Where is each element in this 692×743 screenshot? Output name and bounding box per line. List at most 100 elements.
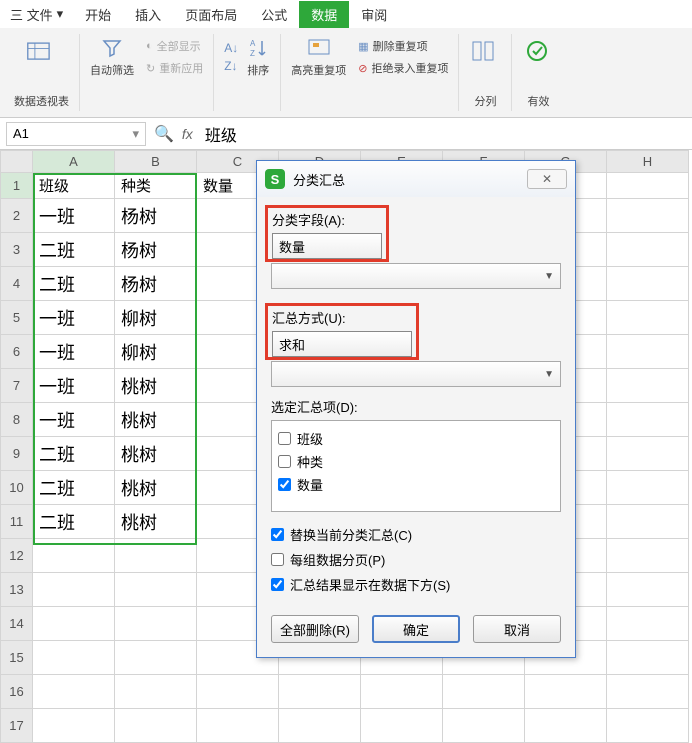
cell[interactable]: 桃树: [115, 369, 197, 403]
cell[interactable]: [607, 173, 689, 199]
dialog-buttons: 全部删除(R) 确定 取消: [257, 607, 575, 657]
tab-data[interactable]: 数据: [299, 1, 349, 28]
row-header[interactable]: 5: [1, 301, 33, 335]
col-header[interactable]: B: [115, 151, 197, 173]
text-to-col-label: 分列: [474, 93, 496, 109]
cell[interactable]: 柳树: [115, 335, 197, 369]
cell[interactable]: 一班: [33, 335, 115, 369]
row-header[interactable]: 6: [1, 335, 33, 369]
sort-icon: AZ: [246, 36, 270, 60]
col-header[interactable]: H: [607, 151, 689, 173]
cell[interactable]: 种类: [115, 173, 197, 199]
checkbox[interactable]: [278, 478, 291, 491]
cancel-button[interactable]: 取消: [473, 615, 561, 643]
row-header[interactable]: 14: [1, 607, 33, 641]
row-header[interactable]: 7: [1, 369, 33, 403]
reject-dup-icon: ⊘: [358, 62, 367, 75]
tab-review[interactable]: 审阅: [349, 1, 399, 28]
row-header[interactable]: 11: [1, 505, 33, 539]
highlight-box-field: 分类字段(A): 数量: [265, 205, 389, 262]
dialog-titlebar[interactable]: S 分类汇总 ✕: [257, 161, 575, 197]
row-header[interactable]: 4: [1, 267, 33, 301]
item-checkbox-type[interactable]: 种类: [278, 450, 554, 473]
tool-pivot[interactable]: 数据透视表: [4, 34, 80, 111]
cell[interactable]: 一班: [33, 199, 115, 233]
row-header[interactable]: 13: [1, 573, 33, 607]
file-menu[interactable]: 三 文件 ▾: [0, 1, 73, 28]
cell[interactable]: 二班: [33, 505, 115, 539]
cell[interactable]: 二班: [33, 267, 115, 301]
tab-formula[interactable]: 公式: [249, 1, 299, 28]
row-header[interactable]: 15: [1, 641, 33, 675]
tool-sort-group: A↓ Z↓ AZ 排序: [214, 34, 281, 111]
chevron-down-icon: ▾: [132, 126, 139, 142]
cell[interactable]: 二班: [33, 471, 115, 505]
tool-highlight-dup[interactable]: 高亮重复项: [291, 36, 346, 78]
row-header[interactable]: 17: [1, 709, 33, 743]
cell[interactable]: 杨树: [115, 233, 197, 267]
row-header[interactable]: 2: [1, 199, 33, 233]
tool-showall[interactable]: ◐ 全部显示: [146, 38, 203, 54]
tool-reject-dup[interactable]: ⊘ 拒绝录入重复项: [358, 60, 448, 76]
cell[interactable]: 一班: [33, 369, 115, 403]
sort-asc-icon[interactable]: A↓: [224, 41, 238, 55]
checkbox[interactable]: [271, 578, 284, 591]
formula-input[interactable]: [201, 122, 686, 146]
row-header[interactable]: 16: [1, 675, 33, 709]
checkbox[interactable]: [278, 432, 291, 445]
items-listbox[interactable]: 班级 种类 数量: [271, 420, 561, 512]
row-header[interactable]: 8: [1, 403, 33, 437]
cell[interactable]: 桃树: [115, 505, 197, 539]
cell[interactable]: 桃树: [115, 437, 197, 471]
sort-label: 排序: [247, 62, 269, 78]
delete-all-button[interactable]: 全部删除(R): [271, 615, 359, 643]
cell[interactable]: 桃树: [115, 403, 197, 437]
cell[interactable]: 一班: [33, 403, 115, 437]
row-header[interactable]: 12: [1, 539, 33, 573]
field-combo-full[interactable]: ▼: [271, 263, 561, 289]
opt-pagebreak[interactable]: 每组数据分页(P): [271, 547, 561, 572]
cell[interactable]: 杨树: [115, 199, 197, 233]
item-checkbox-qty[interactable]: 数量: [278, 473, 554, 496]
cell[interactable]: 柳树: [115, 301, 197, 335]
tool-remove-dup[interactable]: ▦ 删除重复项: [358, 38, 448, 54]
method-combo[interactable]: 求和: [272, 331, 412, 357]
row-header[interactable]: 3: [1, 233, 33, 267]
tab-insert[interactable]: 插入: [123, 1, 173, 28]
cell[interactable]: 班级: [33, 173, 115, 199]
cell[interactable]: 杨树: [115, 267, 197, 301]
col-header[interactable]: A: [33, 151, 115, 173]
tab-layout[interactable]: 页面布局: [173, 1, 249, 28]
cell[interactable]: 桃树: [115, 471, 197, 505]
reapply-label: 重新应用: [159, 60, 203, 76]
tab-begin[interactable]: 开始: [73, 1, 123, 28]
opt-replace[interactable]: 替换当前分类汇总(C): [271, 522, 561, 547]
checkbox[interactable]: [271, 528, 284, 541]
cell[interactable]: 二班: [33, 437, 115, 471]
select-all-corner[interactable]: [1, 151, 33, 173]
tool-validation[interactable]: 有效: [512, 34, 564, 111]
close-button[interactable]: ✕: [527, 169, 567, 189]
item-checkbox-class[interactable]: 班级: [278, 427, 554, 450]
cell[interactable]: 二班: [33, 233, 115, 267]
row-header[interactable]: 9: [1, 437, 33, 471]
opt-below[interactable]: 汇总结果显示在数据下方(S): [271, 572, 561, 597]
fx-icon[interactable]: fx: [182, 126, 193, 142]
tool-reapply[interactable]: ↻ 重新应用: [146, 60, 203, 76]
row-header[interactable]: 10: [1, 471, 33, 505]
method-combo-full[interactable]: ▼: [271, 361, 561, 387]
tool-sort[interactable]: AZ 排序: [246, 36, 270, 78]
name-box[interactable]: A1 ▾: [6, 122, 146, 146]
tool-text-to-col[interactable]: 分列: [459, 34, 512, 111]
tool-autofilter[interactable]: 自动筛选: [90, 36, 134, 78]
ok-button[interactable]: 确定: [372, 615, 460, 643]
checkbox[interactable]: [271, 553, 284, 566]
checkbox[interactable]: [278, 455, 291, 468]
cell[interactable]: 一班: [33, 301, 115, 335]
sort-desc-icon[interactable]: Z↓: [224, 59, 238, 73]
text-to-col-icon: [469, 36, 501, 68]
field-combo[interactable]: 数量: [272, 233, 382, 259]
zoom-icon[interactable]: 🔍: [154, 124, 174, 144]
row-header[interactable]: 1: [1, 173, 33, 199]
showall-label: 全部显示: [157, 38, 201, 54]
